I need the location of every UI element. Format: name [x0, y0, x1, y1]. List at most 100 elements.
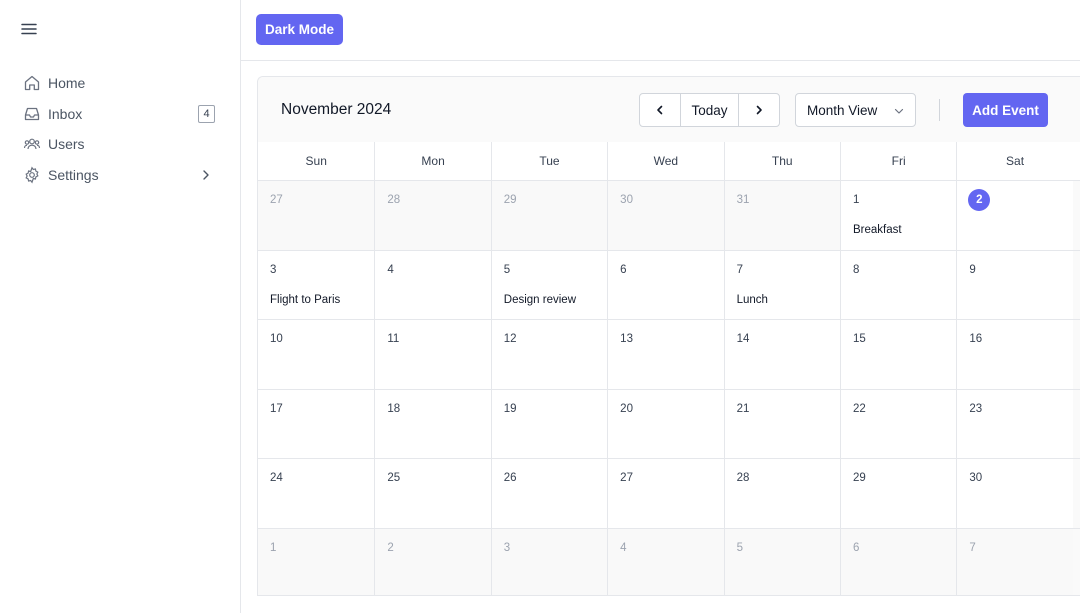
day-number: 1 — [270, 541, 277, 554]
day-cell[interactable]: 19 — [490, 389, 608, 458]
day-cell[interactable]: 13 — [607, 320, 724, 389]
day-cell[interactable]: 27 — [258, 181, 375, 250]
calendar-event[interactable]: Flight to Paris — [270, 294, 340, 306]
day-number: 3 — [270, 263, 277, 276]
week-row: 3 Flight to Paris 4 5 Design review 6 7 Lunch 8 9 — [258, 250, 1080, 320]
day-number: 6 — [620, 263, 627, 276]
day-cell[interactable]: 18 — [374, 389, 491, 458]
day-cell[interactable]: 17 — [258, 389, 375, 458]
day-number: 22 — [852, 402, 866, 415]
weekday-header: Fri — [839, 142, 956, 180]
day-cell[interactable]: 15 — [839, 320, 957, 389]
calendar-event[interactable]: Breakfast — [853, 224, 902, 236]
weekday-header: Mon — [374, 142, 490, 180]
day-cell[interactable]: 5 Design review — [490, 250, 608, 319]
chevron-right-icon[interactable] — [199, 168, 213, 182]
day-cell[interactable]: 29 — [490, 181, 608, 250]
sidebar-item-settings[interactable]: Settings — [0, 160, 240, 191]
calendar-event[interactable]: Design review — [504, 294, 576, 306]
day-cell[interactable]: 1 — [258, 528, 375, 595]
day-number: 12 — [503, 333, 517, 345]
day-number: 10 — [270, 333, 283, 345]
day-cell[interactable]: 2 — [956, 181, 1073, 250]
view-select[interactable]: Month View — [795, 93, 916, 127]
day-cell[interactable]: 3 — [490, 528, 608, 595]
week-row: 17 18 19 20 21 22 23 — [258, 389, 1080, 459]
day-cell[interactable]: 6 — [607, 250, 724, 319]
day-number: 3 — [503, 541, 511, 554]
day-cell[interactable]: 20 — [607, 389, 724, 458]
day-cell[interactable]: 6 — [839, 528, 957, 595]
day-cell[interactable]: 27 — [607, 459, 724, 528]
day-number: 29 — [503, 194, 517, 206]
day-number: 21 — [736, 402, 750, 415]
day-cell[interactable]: 23 — [956, 389, 1073, 458]
day-number: 13 — [620, 333, 633, 345]
day-number: 28 — [736, 472, 750, 484]
weekday-header: Sat — [956, 142, 1072, 180]
week-row: 24 25 26 27 28 29 30 — [258, 459, 1080, 529]
day-number: 31 — [736, 194, 750, 206]
chevron-down-icon — [893, 105, 905, 117]
day-cell[interactable]: 4 — [607, 528, 724, 595]
day-number: 27 — [620, 472, 633, 484]
day-cell[interactable]: 14 — [723, 320, 840, 389]
day-number: 7 — [736, 263, 743, 276]
day-cell[interactable]: 28 — [374, 181, 491, 250]
day-cell[interactable]: 16 — [956, 320, 1073, 389]
day-number: 17 — [270, 402, 283, 415]
day-number: 1 — [852, 194, 860, 206]
day-cell[interactable]: 31 — [723, 181, 840, 250]
day-number: 2 — [387, 541, 394, 554]
day-number: 20 — [620, 402, 633, 415]
day-cell[interactable]: 24 — [258, 459, 375, 528]
home-icon — [23, 74, 41, 92]
day-cell[interactable]: 11 — [374, 320, 491, 389]
calendar-event[interactable]: Lunch — [737, 294, 768, 306]
day-number: 15 — [852, 333, 866, 345]
day-cell[interactable]: 12 — [490, 320, 608, 389]
day-cell[interactable]: 30 — [956, 459, 1073, 528]
day-cell[interactable]: 30 — [607, 181, 724, 250]
day-number: 14 — [736, 333, 750, 345]
users-icon — [23, 135, 41, 153]
calendar-panel: November 2024 Today Month View Add Event — [257, 76, 1080, 596]
day-number: 26 — [503, 472, 517, 484]
sidebar-item-inbox[interactable]: Inbox 4 — [0, 99, 240, 130]
day-number: 8 — [852, 263, 860, 276]
sidebar-item-label: Home — [48, 75, 86, 92]
day-number: 9 — [969, 263, 976, 276]
day-cell[interactable]: 29 — [839, 459, 957, 528]
day-number: 7 — [969, 541, 976, 554]
menu-icon[interactable] — [20, 20, 38, 38]
day-cell[interactable]: 10 — [258, 320, 375, 389]
sidebar-item-home[interactable]: Home — [0, 68, 240, 99]
today-button[interactable]: Today — [681, 94, 739, 126]
day-cell[interactable]: 7 Lunch — [723, 250, 840, 319]
weekday-header: Thu — [723, 142, 840, 180]
inbox-icon — [23, 105, 41, 123]
day-cell[interactable]: 2 — [374, 528, 491, 595]
day-number: 4 — [387, 263, 394, 276]
day-cell[interactable]: 1 Breakfast — [839, 181, 957, 250]
add-event-button[interactable]: Add Event — [963, 93, 1048, 127]
day-cell[interactable]: 5 — [723, 528, 840, 595]
week-row: 27 28 29 30 31 1 Breakfast 2 — [258, 181, 1080, 251]
day-cell[interactable]: 26 — [490, 459, 608, 528]
day-cell[interactable]: 21 — [723, 389, 840, 458]
day-cell[interactable]: 4 — [374, 250, 491, 319]
day-cell[interactable]: 28 — [723, 459, 840, 528]
day-cell[interactable]: 7 — [956, 528, 1073, 595]
next-month-button[interactable] — [739, 94, 779, 126]
day-number: 27 — [270, 194, 283, 206]
day-number: 29 — [852, 472, 866, 484]
day-cell[interactable]: 8 — [839, 250, 957, 319]
day-cell[interactable]: 9 — [956, 250, 1073, 319]
day-cell[interactable]: 25 — [374, 459, 491, 528]
prev-month-button[interactable] — [640, 94, 681, 126]
dark-mode-button[interactable]: Dark Mode — [256, 14, 343, 45]
sidebar-item-users[interactable]: Users — [0, 129, 240, 160]
day-cell[interactable]: 22 — [839, 389, 957, 458]
day-cell[interactable]: 3 Flight to Paris — [258, 250, 375, 319]
weeks-container: 27 28 29 30 31 1 Breakfast 2 3 Flight to Paris 4 5 D… — [258, 181, 1080, 595]
